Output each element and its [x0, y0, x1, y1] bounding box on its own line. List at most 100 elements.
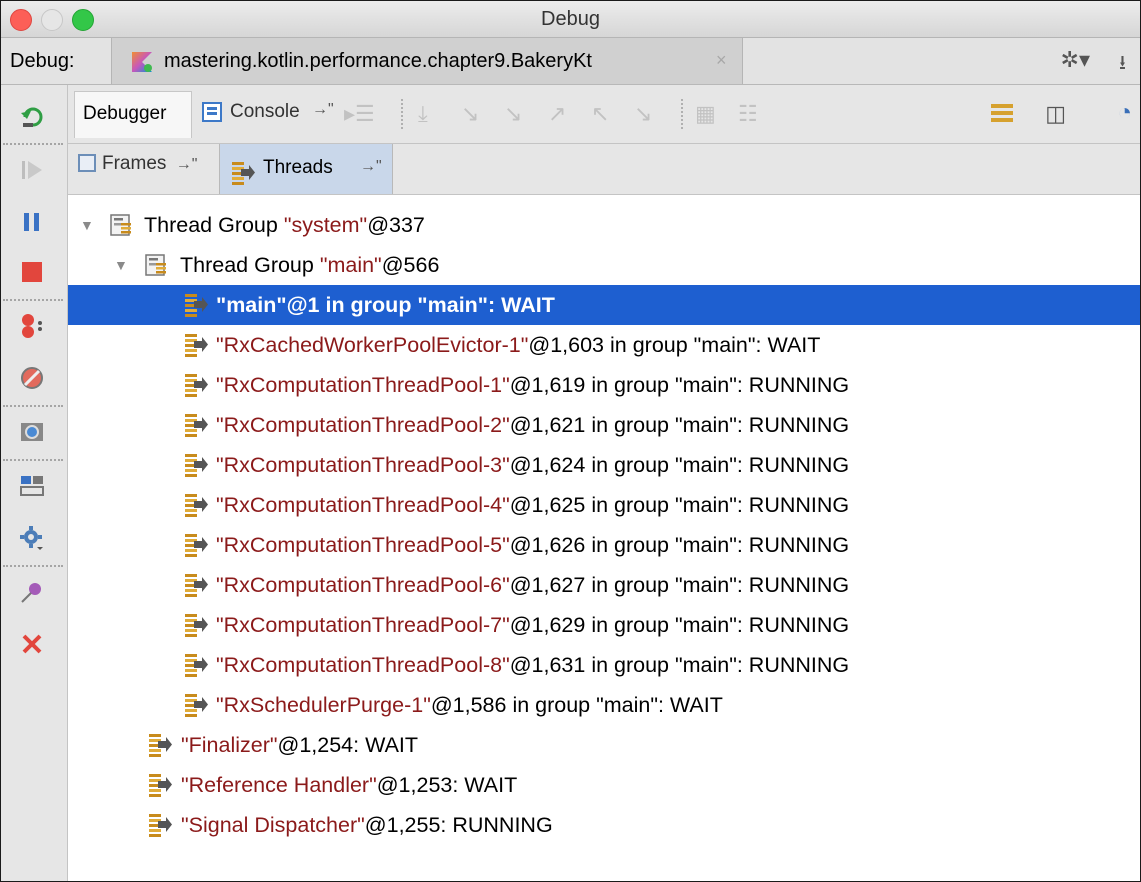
- run-config-tab[interactable]: mastering.kotlin.performance.chapter9.Ba…: [111, 38, 743, 84]
- frames-threads-tabs: Frames →" Threads →": [68, 144, 1140, 195]
- drop-frame-icon[interactable]: ↖: [591, 101, 609, 127]
- thread-label: "RxComputationThreadPool-2"@1,621 in gro…: [216, 413, 850, 437]
- restore-layout-icon[interactable]: ◫: [1045, 101, 1066, 127]
- force-step-into-icon[interactable]: ↘: [504, 101, 522, 127]
- thread-icon: [183, 692, 209, 718]
- thread-label: "Signal Dispatcher"@1,255: RUNNING: [181, 813, 553, 837]
- thread-group-label: Thread Group "main"@566: [180, 253, 440, 277]
- tab-threads-label: Threads: [263, 157, 333, 178]
- thread-row[interactable]: "RxComputationThreadPool-1"@1,619 in gro…: [68, 365, 1140, 405]
- thread-icon: [183, 572, 209, 598]
- window-title: Debug: [541, 8, 600, 30]
- thread-row[interactable]: "RxComputationThreadPool-8"@1,631 in gro…: [68, 645, 1140, 685]
- step-into-icon[interactable]: ↘: [461, 101, 479, 127]
- thread-icon: [147, 812, 173, 838]
- thread-row[interactable]: "RxComputationThreadPool-5"@1,626 in gro…: [68, 525, 1140, 565]
- thread-icon: [183, 492, 209, 518]
- tab-debugger[interactable]: Debugger: [74, 91, 192, 138]
- frames-pin-icon[interactable]: →": [176, 156, 198, 173]
- thread-icon: [147, 772, 173, 798]
- layout-icon[interactable]: [19, 473, 45, 499]
- thread-icon: [183, 292, 209, 318]
- thread-row[interactable]: "RxComputationThreadPool-3"@1,624 in gro…: [68, 445, 1140, 485]
- layout-icon[interactable]: [991, 104, 1013, 122]
- thread-row[interactable]: "Reference Handler"@1,253: WAIT: [68, 765, 1140, 805]
- thread-group-system[interactable]: ▼ Thread Group "system"@337: [68, 205, 1140, 245]
- debug-label: Debug:: [10, 50, 75, 72]
- threads-tree: ▼ Thread Group "system"@337 ▼ Thread Gro…: [68, 195, 1140, 881]
- thread-icon: [183, 532, 209, 558]
- threads-pin-icon[interactable]: →": [360, 158, 382, 176]
- thread-row[interactable]: "RxCachedWorkerPoolEvictor-1"@1,603 in g…: [68, 325, 1140, 365]
- thread-row[interactable]: "RxSchedulerPurge-1"@1,586 in group "mai…: [68, 685, 1140, 725]
- thread-icon: [183, 612, 209, 638]
- frames-icon: [78, 154, 96, 172]
- step-over-icon[interactable]: ⤓: [418, 101, 428, 127]
- evaluate-expression-icon[interactable]: ▦: [695, 101, 716, 127]
- thread-label: "RxCachedWorkerPoolEvictor-1"@1,603 in g…: [216, 333, 821, 357]
- tab-console[interactable]: Console: [230, 101, 300, 123]
- thread-icon: [183, 652, 209, 678]
- thread-icon: [183, 332, 209, 358]
- thread-row[interactable]: "main"@1 in group "main": WAIT: [68, 285, 1140, 325]
- thread-group-label: Thread Group "system"@337: [144, 213, 425, 237]
- tab-frames-label: Frames: [102, 153, 167, 174]
- thread-row[interactable]: "RxComputationThreadPool-6"@1,627 in gro…: [68, 565, 1140, 605]
- tab-frames[interactable]: Frames →": [78, 153, 197, 175]
- mute-breakpoints-icon[interactable]: [19, 365, 45, 391]
- thread-label: "RxComputationThreadPool-8"@1,631 in gro…: [216, 653, 850, 677]
- gear-icon[interactable]: ✲▾: [1061, 47, 1090, 73]
- rerun-icon[interactable]: [19, 103, 45, 129]
- thread-icon: [183, 372, 209, 398]
- show-execution-point-icon[interactable]: ▸☰: [344, 101, 375, 127]
- thread-row[interactable]: "RxComputationThreadPool-2"@1,621 in gro…: [68, 405, 1140, 445]
- debug-tab-row: Debug: mastering.kotlin.performance.chap…: [1, 38, 1140, 85]
- thread-label: "Reference Handler"@1,253: WAIT: [181, 773, 518, 797]
- tab-debugger-label: Debugger: [83, 103, 167, 124]
- debug-side-toolbar: [1, 85, 68, 881]
- thread-row[interactable]: "Finalizer"@1,254: WAIT: [68, 725, 1140, 765]
- tab-threads[interactable]: Threads →": [219, 144, 393, 194]
- threads-icon: [230, 160, 256, 186]
- thread-label: "RxComputationThreadPool-4"@1,625 in gro…: [216, 493, 850, 517]
- thread-label: "RxComputationThreadPool-7"@1,629 in gro…: [216, 613, 850, 637]
- resume-icon[interactable]: [19, 157, 45, 183]
- thread-icon: [147, 732, 173, 758]
- thread-row[interactable]: "RxComputationThreadPool-7"@1,629 in gro…: [68, 605, 1140, 645]
- gear-icon[interactable]: [19, 525, 45, 551]
- thread-group-main[interactable]: ▼ Thread Group "main"@566: [68, 245, 1140, 285]
- kotlin-icon: [132, 52, 152, 72]
- thread-label: "main"@1 in group "main": WAIT: [216, 293, 555, 317]
- expand-arrow-icon[interactable]: ▼: [80, 205, 94, 245]
- thread-label: "RxSchedulerPurge-1"@1,586 in group "mai…: [216, 693, 723, 717]
- thread-row[interactable]: "Signal Dispatcher"@1,255: RUNNING: [68, 805, 1140, 845]
- thread-label: "RxComputationThreadPool-3"@1,624 in gro…: [216, 453, 850, 477]
- thread-label: "Finalizer"@1,254: WAIT: [181, 733, 419, 757]
- thread-label: "RxComputationThreadPool-6"@1,627 in gro…: [216, 573, 850, 597]
- step-out-icon[interactable]: ↗: [548, 101, 566, 127]
- trace-icon[interactable]: ☷: [738, 101, 758, 127]
- run-config-label: mastering.kotlin.performance.chapter9.Ba…: [164, 50, 592, 72]
- pin-icon[interactable]: [19, 579, 45, 605]
- stop-icon[interactable]: [19, 259, 45, 285]
- run-to-cursor-icon[interactable]: ↘: [634, 101, 652, 127]
- expand-arrow-icon[interactable]: ▼: [114, 245, 128, 285]
- title-bar: Debug: [1, 1, 1140, 38]
- close-icon[interactable]: ×: [716, 50, 727, 71]
- thread-icon: [183, 452, 209, 478]
- debugger-toolbar: Debugger Console →" ▸☰ ⤓ ↘ ↘ ↗ ↖ ↘ ▦ ☷ ◫…: [68, 85, 1140, 144]
- close-icon[interactable]: [19, 631, 45, 657]
- view-breakpoints-icon[interactable]: [19, 313, 45, 339]
- hide-icon[interactable]: ⭳: [1119, 48, 1126, 82]
- thread-group-icon: [110, 214, 134, 236]
- thread-label: "RxComputationThreadPool-1"@1,619 in gro…: [216, 373, 850, 397]
- camera-icon[interactable]: [19, 419, 45, 445]
- pause-icon[interactable]: [19, 209, 45, 235]
- thread-row[interactable]: "RxComputationThreadPool-4"@1,625 in gro…: [68, 485, 1140, 525]
- gauge-icon[interactable]: ◔: [1118, 99, 1133, 127]
- thread-label: "RxComputationThreadPool-5"@1,626 in gro…: [216, 533, 850, 557]
- thread-group-icon: [145, 254, 169, 276]
- thread-icon: [183, 412, 209, 438]
- debug-window: Debug Debug: mastering.kotlin.performanc…: [0, 0, 1141, 882]
- console-pin-icon[interactable]: →": [312, 101, 334, 119]
